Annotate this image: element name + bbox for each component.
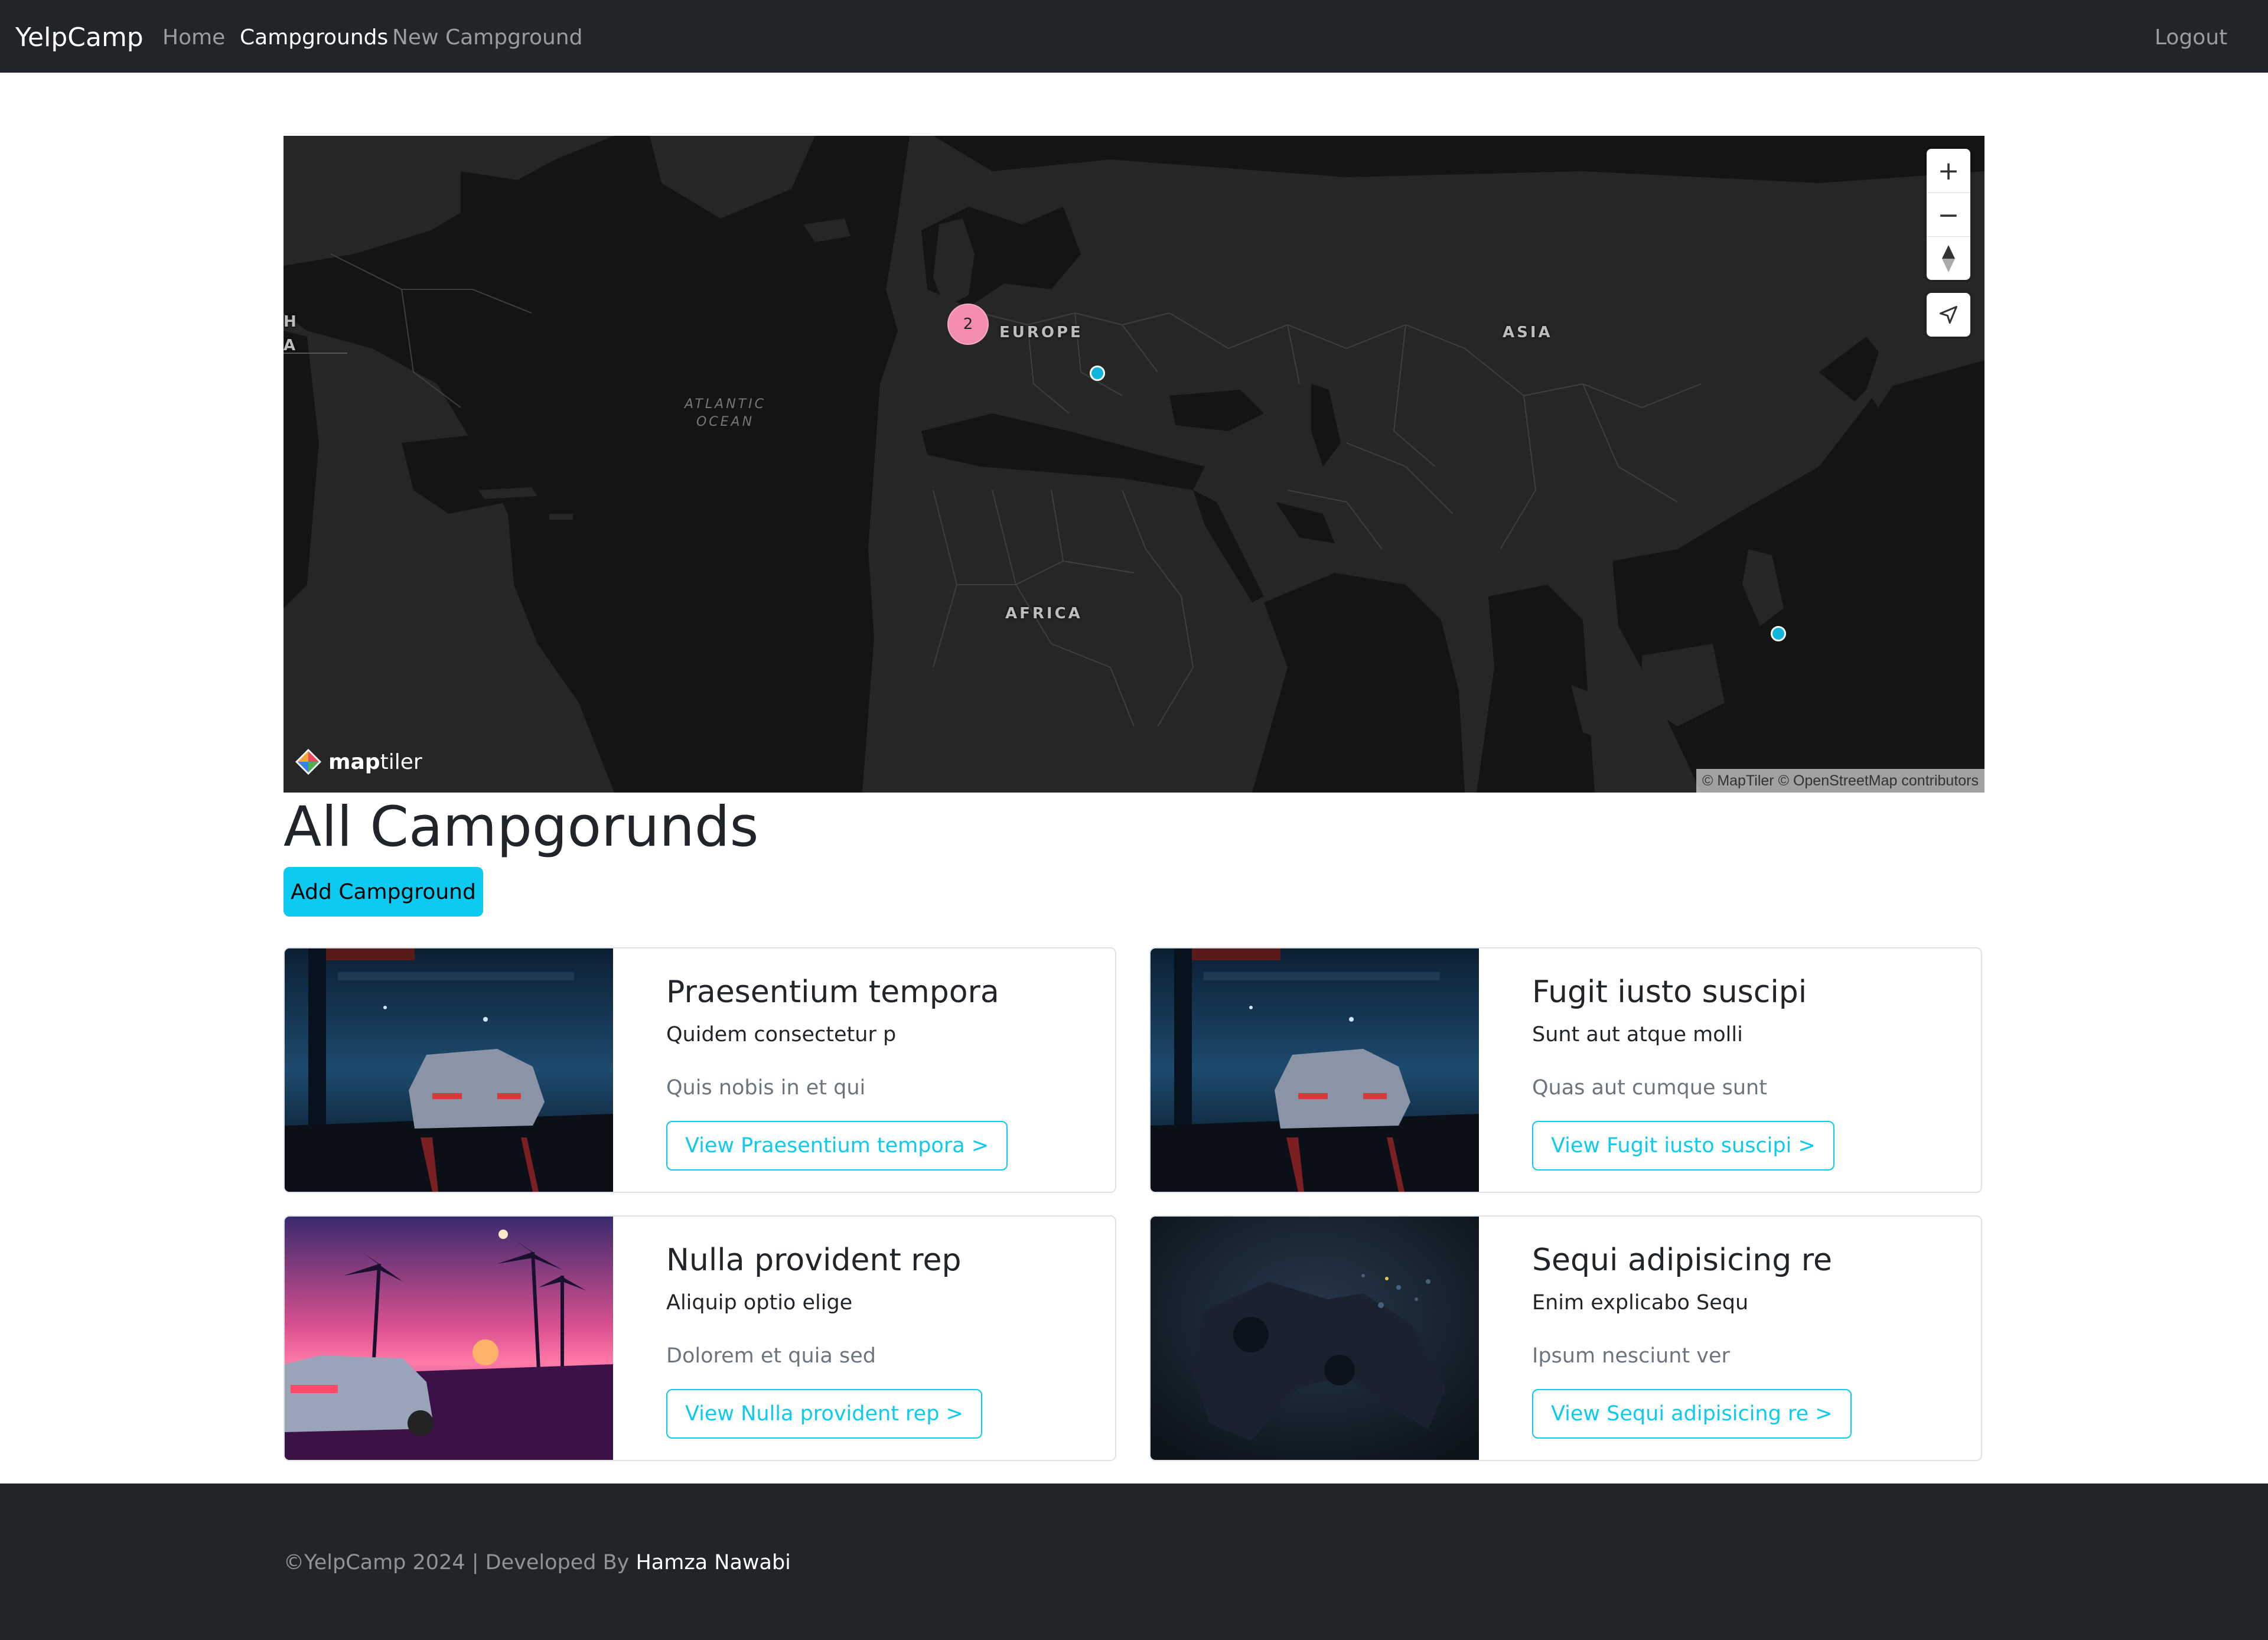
zoom-out-button[interactable]: − bbox=[1927, 193, 1970, 237]
compass-icon bbox=[1942, 245, 1955, 272]
nav-link-new-campground[interactable]: New Campground bbox=[392, 25, 582, 51]
nav-link-home[interactable]: Home bbox=[162, 25, 225, 51]
campground-card: Fugit iusto suscipi Sunt aut atque molli… bbox=[1149, 947, 1982, 1193]
campground-description: Quidem consectetur p bbox=[666, 1023, 897, 1046]
compass-button[interactable] bbox=[1927, 236, 1970, 281]
maptiler-logo[interactable]: maptiler bbox=[294, 748, 422, 776]
page-title: All Campgorunds bbox=[284, 795, 759, 859]
footer-author: Hamza Nawabi bbox=[636, 1551, 791, 1574]
campground-card: Praesentium tempora Quidem consectetur p… bbox=[284, 947, 1116, 1193]
campground-description: Aliquip optio elige bbox=[666, 1291, 853, 1315]
campground-location: Quis nobis in et qui bbox=[666, 1076, 866, 1100]
add-campground-button[interactable]: Add Campground bbox=[284, 867, 483, 917]
map-base-layer bbox=[284, 136, 1984, 793]
map-pin-marker[interactable] bbox=[1090, 366, 1105, 381]
map-label-asia: ASIA bbox=[1503, 324, 1553, 341]
campground-location: Quas aut cumque sunt bbox=[1532, 1076, 1767, 1100]
map-label-africa: AFRICA bbox=[1005, 605, 1083, 622]
map-pin-marker[interactable] bbox=[1771, 626, 1786, 641]
map-navigation-controls: + − bbox=[1927, 149, 1970, 280]
logout-link[interactable]: Logout bbox=[2155, 25, 2227, 51]
ocean-label-line2: OCEAN bbox=[696, 415, 755, 429]
location-arrow-icon bbox=[1940, 306, 1957, 324]
navbar: YelpCamp Home Campgrounds New Campground… bbox=[0, 0, 2268, 73]
campground-image bbox=[285, 948, 613, 1192]
map-label-edge-top: H bbox=[284, 313, 296, 331]
campground-title: Nulla provident rep bbox=[666, 1243, 962, 1278]
map-label-europe: EUROPE bbox=[999, 324, 1083, 341]
campground-location: Ipsum nesciunt ver bbox=[1532, 1344, 1730, 1368]
logo-text-thin: tiler bbox=[380, 749, 422, 774]
view-campground-button[interactable]: View Praesentium tempora > bbox=[666, 1121, 1008, 1171]
zoom-in-button[interactable]: + bbox=[1927, 149, 1970, 193]
campground-image bbox=[1151, 1217, 1479, 1460]
cluster-map[interactable]: EUROPE ASIA AFRICA H A ATLANTIC OCEAN 2 … bbox=[284, 136, 1984, 793]
map-label-edge-bottom: A bbox=[284, 337, 296, 354]
view-campground-button[interactable]: View Nulla provident rep > bbox=[666, 1389, 982, 1439]
geolocate-button[interactable] bbox=[1927, 293, 1970, 337]
campground-description: Sunt aut atque molli bbox=[1532, 1023, 1743, 1046]
brand-logo[interactable]: YelpCamp bbox=[15, 22, 144, 53]
campground-title: Fugit iusto suscipi bbox=[1532, 974, 1807, 1010]
view-campground-button[interactable]: View Fugit iusto suscipi > bbox=[1532, 1121, 1834, 1171]
campground-title: Praesentium tempora bbox=[666, 974, 999, 1010]
campground-location: Dolorem et quia sed bbox=[666, 1344, 876, 1368]
campground-description: Enim explicabo Sequ bbox=[1532, 1291, 1749, 1315]
logo-text-bold: map bbox=[328, 749, 380, 774]
ocean-label-line1: ATLANTIC bbox=[685, 397, 766, 412]
map-label-atlantic-ocean: ATLANTIC OCEAN bbox=[678, 396, 773, 431]
footer: ©YelpCamp 2024 | Developed By Hamza Nawa… bbox=[0, 1484, 2268, 1640]
campground-card: Sequi adipisicing re Enim explicabo Sequ… bbox=[1149, 1215, 1982, 1461]
footer-copyright-text: ©YelpCamp 2024 | Developed By bbox=[284, 1551, 636, 1574]
maptiler-logo-icon bbox=[295, 749, 321, 775]
campground-image bbox=[1151, 948, 1479, 1192]
view-campground-button[interactable]: View Sequi adipisicing re > bbox=[1532, 1389, 1852, 1439]
campground-card: Nulla provident rep Aliquip optio elige … bbox=[284, 1215, 1116, 1461]
campground-title: Sequi adipisicing re bbox=[1532, 1243, 1833, 1278]
footer-copyright: ©YelpCamp 2024 | Developed By Hamza Nawa… bbox=[284, 1550, 791, 1576]
nav-link-campgrounds[interactable]: Campgrounds bbox=[240, 25, 388, 51]
map-attribution[interactable]: © MapTiler © OpenStreetMap contributors bbox=[1696, 769, 1984, 793]
maptiler-logo-text: maptiler bbox=[328, 750, 422, 774]
campground-image bbox=[285, 1217, 613, 1460]
map-cluster-marker[interactable]: 2 bbox=[947, 304, 989, 345]
